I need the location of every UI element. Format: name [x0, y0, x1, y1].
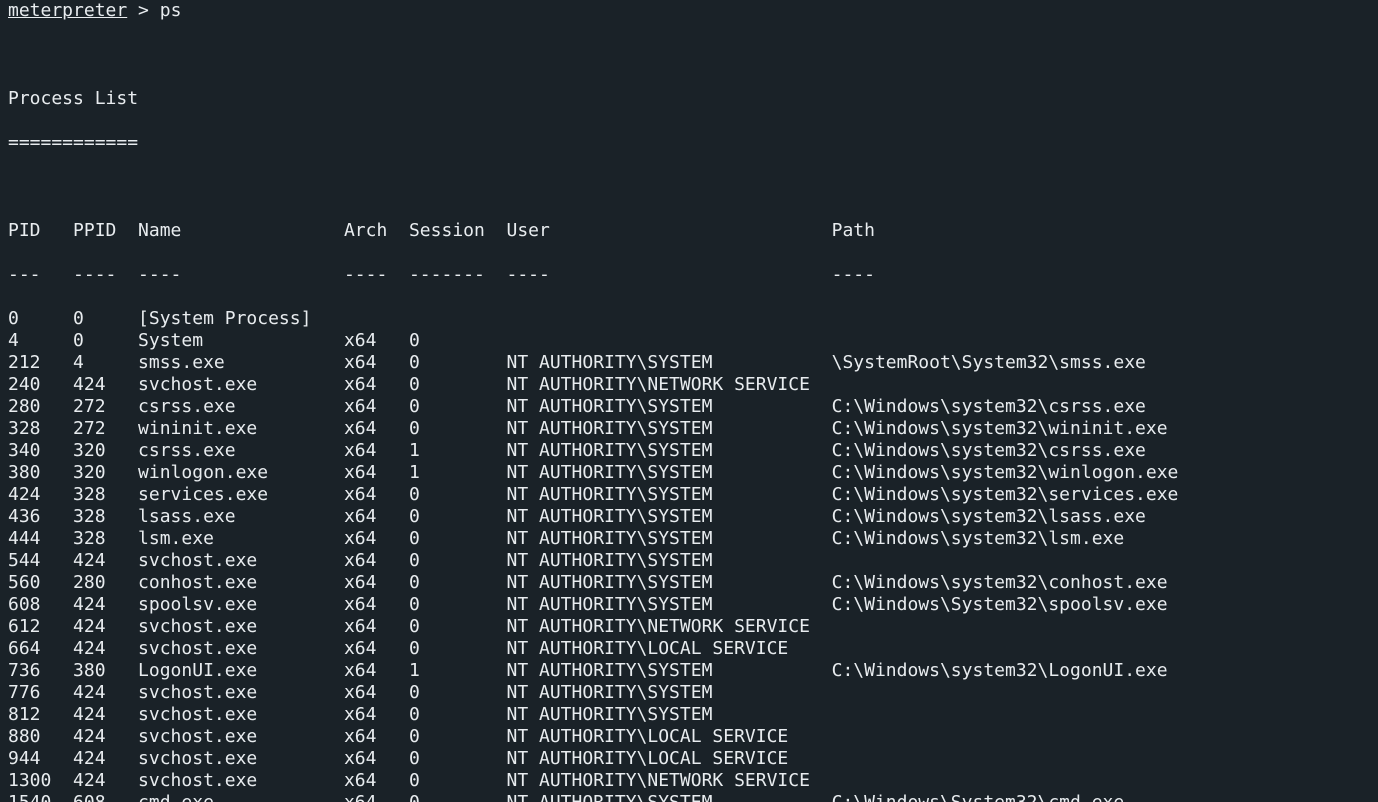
process-row: 560 280 conhost.exe x64 0 NT AUTHORITY\S…	[8, 572, 1370, 594]
process-row: 424 328 services.exe x64 0 NT AUTHORITY\…	[8, 484, 1370, 506]
process-row: 736 380 LogonUI.exe x64 1 NT AUTHORITY\S…	[8, 660, 1370, 682]
process-row: 340 320 csrss.exe x64 1 NT AUTHORITY\SYS…	[8, 440, 1370, 462]
process-list-heading: Process List	[8, 88, 1370, 110]
process-row: 280 272 csrss.exe x64 0 NT AUTHORITY\SYS…	[8, 396, 1370, 418]
process-row: 776 424 svchost.exe x64 0 NT AUTHORITY\S…	[8, 682, 1370, 704]
column-underlines: --- ---- ---- ---- ------- ---- ----	[8, 264, 1370, 286]
blank-line	[8, 44, 1370, 66]
process-row: 608 424 spoolsv.exe x64 0 NT AUTHORITY\S…	[8, 594, 1370, 616]
process-row: 436 328 lsass.exe x64 0 NT AUTHORITY\SYS…	[8, 506, 1370, 528]
column-headers: PID PPID Name Arch Session User Path	[8, 220, 1370, 242]
process-row: 612 424 svchost.exe x64 0 NT AUTHORITY\N…	[8, 616, 1370, 638]
prompt-line: meterpreter > ps	[8, 0, 1370, 22]
prompt-shell: meterpreter	[8, 0, 127, 21]
process-row: 664 424 svchost.exe x64 0 NT AUTHORITY\L…	[8, 638, 1370, 660]
process-row: 1300 424 svchost.exe x64 0 NT AUTHORITY\…	[8, 770, 1370, 792]
process-list-divider: ============	[8, 132, 1370, 154]
process-row: 1540 608 cmd.exe x64 0 NT AUTHORITY\SYST…	[8, 792, 1370, 802]
process-row: 240 424 svchost.exe x64 0 NT AUTHORITY\N…	[8, 374, 1370, 396]
prompt-command: ps	[160, 0, 182, 21]
process-row: 0 0 [System Process]	[8, 308, 1370, 330]
process-row: 444 328 lsm.exe x64 0 NT AUTHORITY\SYSTE…	[8, 528, 1370, 550]
process-row: 880 424 svchost.exe x64 0 NT AUTHORITY\L…	[8, 726, 1370, 748]
process-row: 544 424 svchost.exe x64 0 NT AUTHORITY\S…	[8, 550, 1370, 572]
process-row: 380 320 winlogon.exe x64 1 NT AUTHORITY\…	[8, 462, 1370, 484]
process-row: 944 424 svchost.exe x64 0 NT AUTHORITY\L…	[8, 748, 1370, 770]
process-row: 212 4 smss.exe x64 0 NT AUTHORITY\SYSTEM…	[8, 352, 1370, 374]
blank-line	[8, 176, 1370, 198]
process-row: 4 0 System x64 0	[8, 330, 1370, 352]
prompt-arrow: >	[127, 0, 160, 21]
process-row: 812 424 svchost.exe x64 0 NT AUTHORITY\S…	[8, 704, 1370, 726]
terminal-output[interactable]: meterpreter > ps Process List ==========…	[0, 0, 1378, 802]
process-row: 328 272 wininit.exe x64 0 NT AUTHORITY\S…	[8, 418, 1370, 440]
